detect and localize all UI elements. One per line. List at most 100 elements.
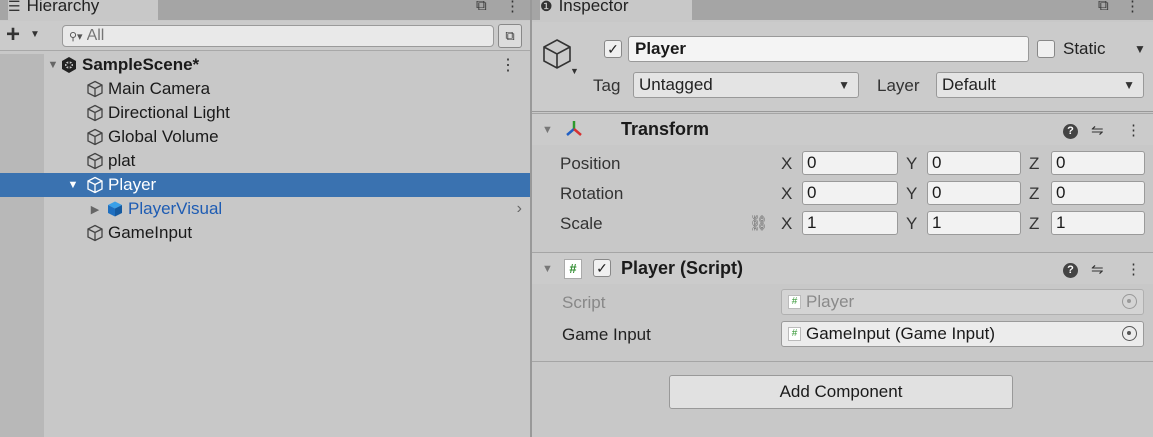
chevron-down-icon: ▼: [1123, 78, 1135, 92]
active-checkbox[interactable]: ✓: [604, 40, 622, 58]
info-icon: ❶: [540, 0, 553, 14]
maximize-icon[interactable]: ⧉: [1098, 0, 1109, 14]
tree-item-label: Global Volume: [108, 127, 219, 146]
player-script-header[interactable]: ▼ # ✓ Player (Script) ? ⇋ ⋮: [532, 252, 1153, 284]
chevron-down-icon[interactable]: ▼: [1134, 42, 1146, 56]
tag-dropdown[interactable]: Untagged ▼: [633, 72, 859, 98]
tree-item-label: GameInput: [108, 223, 193, 242]
position-x-field[interactable]: 0: [802, 151, 898, 175]
gameobject-cube-icon: [86, 104, 104, 122]
position-y-field[interactable]: 0: [927, 151, 1021, 175]
inspector-panel: ❶ Inspector ⧉ ⋮ ▼ ✓ Player Static ▼ Tag …: [532, 0, 1153, 437]
axis-x-label: X: [781, 184, 793, 203]
rotation-y-field[interactable]: 0: [927, 181, 1021, 205]
tree-item-label: PlayerVisual: [128, 199, 223, 218]
axis-y-label: Y: [906, 214, 918, 233]
search-mode-button[interactable]: ⧉: [498, 24, 522, 48]
more-menu-icon[interactable]: ⋮: [1125, 0, 1140, 15]
collapse-arrow-icon[interactable]: ▶: [88, 203, 102, 216]
tag-value: Untagged: [639, 75, 713, 94]
hierarchy-tabbar: ☰ Hierarchy ⧉ ⋮: [0, 0, 530, 20]
axis-z-label: Z: [1029, 184, 1040, 203]
tag-label: Tag: [593, 76, 621, 95]
prefab-cube-icon: [106, 200, 124, 218]
expand-arrow-icon[interactable]: ▼: [66, 179, 80, 191]
object-picker-icon[interactable]: [1122, 326, 1137, 341]
axis-x-label: X: [781, 154, 793, 173]
scene-label: SampleScene*: [82, 55, 200, 74]
hierarchy-panel: ☰ Hierarchy ⧉ ⋮ + ▼ ⚲▾ ⧉ ▼ SampleScene* …: [0, 0, 530, 437]
transform-header[interactable]: ▼ Transform ? ⇋ ⋮: [532, 113, 1153, 145]
tree-item-label: Main Camera: [108, 79, 211, 98]
fold-arrow-icon[interactable]: ▼: [542, 263, 553, 275]
list-icon: ☰: [8, 0, 21, 14]
script-icon: #: [788, 295, 801, 309]
add-object-button[interactable]: +: [6, 23, 20, 47]
axis-y-label: Y: [906, 154, 918, 173]
inspector-tabbar: ❶ Inspector ⧉ ⋮: [532, 0, 1153, 20]
chevron-down-icon[interactable]: ▼: [570, 66, 579, 76]
tab-hierarchy[interactable]: ☰ Hierarchy: [8, 0, 158, 20]
script-label: Script: [562, 293, 606, 312]
tree-row-game-input[interactable]: GameInput: [0, 221, 530, 245]
more-menu-icon[interactable]: ⋮: [1126, 260, 1141, 278]
tree-item-label: plat: [108, 151, 136, 170]
chevron-down-icon[interactable]: ▼: [30, 29, 40, 40]
presets-icon[interactable]: ⇋: [1091, 121, 1104, 139]
script-value: Player: [806, 292, 855, 311]
game-input-value: GameInput (Game Input): [806, 324, 995, 343]
game-input-label: Game Input: [562, 325, 651, 344]
tree-row-plat[interactable]: plat: [0, 149, 530, 173]
layer-value: Default: [942, 75, 996, 94]
tab-inspector[interactable]: ❶ Inspector: [540, 0, 692, 20]
chevron-right-icon[interactable]: ›: [517, 200, 522, 218]
tree-row-global-volume[interactable]: Global Volume: [0, 125, 530, 149]
rotation-x-field[interactable]: 0: [802, 181, 898, 205]
static-checkbox[interactable]: [1037, 40, 1055, 58]
transform-icon: [564, 119, 584, 144]
help-icon[interactable]: ?: [1063, 260, 1078, 278]
script-enabled-checkbox[interactable]: ✓: [593, 259, 611, 277]
scale-x-field[interactable]: 1: [802, 211, 898, 235]
search-icon: ⚲▾: [69, 30, 83, 43]
player-script-title: Player (Script): [621, 258, 744, 278]
object-picker-icon: [1122, 294, 1137, 309]
hierarchy-toolbar: + ▼ ⚲▾ ⧉: [0, 21, 530, 51]
constrain-proportions-icon[interactable]: ⛓: [749, 214, 768, 232]
maximize-icon[interactable]: ⧉: [476, 0, 487, 14]
gameobject-cube-icon: [86, 80, 104, 98]
tree-row-player-visual[interactable]: ▶ PlayerVisual ›: [0, 197, 530, 221]
more-menu-icon[interactable]: ⋮: [505, 0, 520, 15]
tree-item-label: Player: [108, 175, 157, 194]
tree-row-main-camera[interactable]: Main Camera: [0, 77, 530, 101]
hierarchy-search[interactable]: ⚲▾: [62, 25, 494, 47]
gameobject-cube-icon[interactable]: [540, 37, 574, 71]
scale-y-field[interactable]: 1: [927, 211, 1021, 235]
gameobject-cube-icon: [86, 224, 104, 242]
presets-icon[interactable]: ⇋: [1091, 260, 1104, 278]
position-z-field[interactable]: 0: [1051, 151, 1145, 175]
fold-arrow-icon[interactable]: ▼: [542, 124, 553, 136]
scene-more-icon[interactable]: ⋮: [500, 55, 516, 75]
more-menu-icon[interactable]: ⋮: [1126, 121, 1141, 139]
search-input[interactable]: [86, 27, 467, 45]
position-label: Position: [560, 154, 621, 173]
object-name-field[interactable]: Player: [628, 36, 1029, 62]
expand-arrow-icon[interactable]: ▼: [46, 59, 60, 71]
axis-z-label: Z: [1029, 214, 1040, 233]
section-divider: [532, 361, 1153, 362]
script-object-field: # Player: [781, 289, 1144, 315]
scale-z-field[interactable]: 1: [1051, 211, 1145, 235]
tree-row-scene[interactable]: ▼ SampleScene* ⋮: [0, 53, 530, 77]
layer-label: Layer: [877, 76, 920, 95]
layer-dropdown[interactable]: Default ▼: [936, 72, 1144, 98]
add-component-button[interactable]: Add Component: [669, 375, 1013, 409]
tree-row-player[interactable]: ▼ Player: [0, 173, 530, 197]
game-input-object-field[interactable]: # GameInput (Game Input): [781, 321, 1144, 347]
script-icon: #: [788, 327, 801, 341]
help-icon[interactable]: ?: [1063, 121, 1078, 139]
gameobject-cube-icon: [86, 128, 104, 146]
tree-row-directional-light[interactable]: Directional Light: [0, 101, 530, 125]
chevron-down-icon: ▼: [838, 78, 850, 92]
rotation-z-field[interactable]: 0: [1051, 181, 1145, 205]
